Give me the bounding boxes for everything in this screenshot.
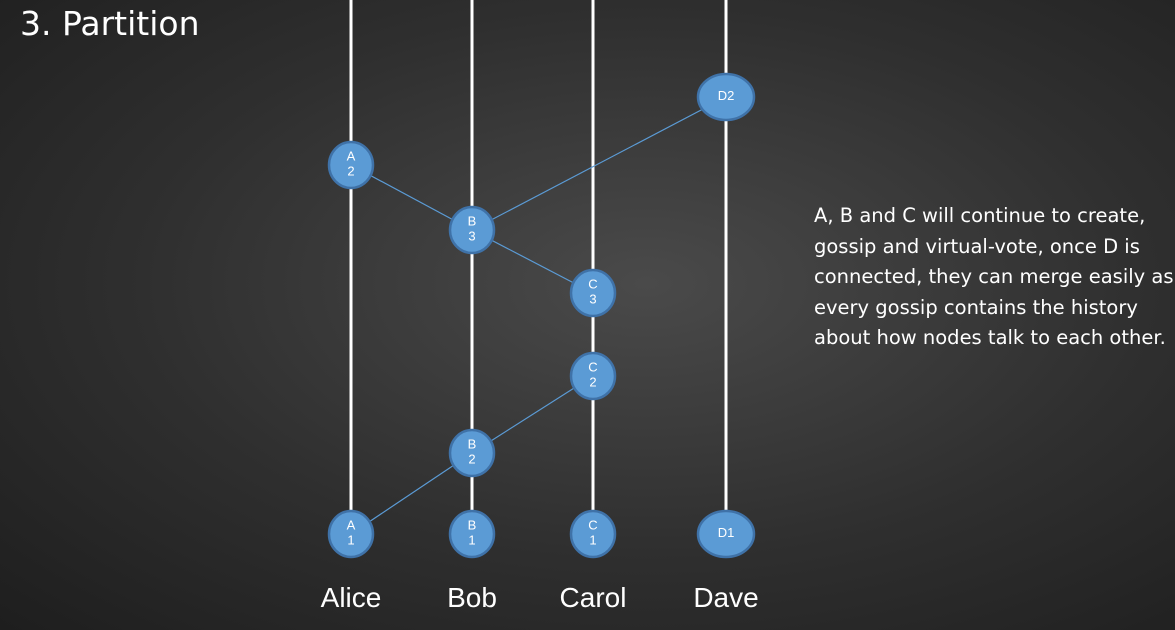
event-node-d2: D2 <box>696 72 756 122</box>
event-node-c1: C1 <box>569 509 617 559</box>
event-node-c2: C2 <box>569 351 617 401</box>
event-label: B3 <box>468 214 477 244</box>
edge-b3-d2 <box>471 96 727 231</box>
event-label: C3 <box>588 277 597 307</box>
participant-label-carol: Carol <box>560 582 627 613</box>
participant-labels: Alice Bob Carol Dave <box>321 582 759 613</box>
event-node-b1: B1 <box>448 509 496 559</box>
participant-label-bob: Bob <box>447 582 497 613</box>
event-label: C1 <box>588 518 597 548</box>
event-label: D2 <box>718 88 735 103</box>
event-label: B1 <box>468 518 477 548</box>
description-text: A, B and C will continue to create, goss… <box>814 204 1174 349</box>
event-label: D1 <box>718 525 735 540</box>
event-node-c3: C3 <box>569 268 617 318</box>
event-node-d1: D1 <box>696 509 756 559</box>
event-node-a1: A1 <box>327 509 375 559</box>
event-nodes: A 1 A 2 B 1 B 2 B 3 C 1 C 2 C 3 D1 D2 <box>327 72 756 559</box>
event-node-b3: B3 <box>448 205 496 255</box>
lifelines <box>349 0 728 534</box>
participant-label-alice: Alice <box>321 582 382 613</box>
event-label: A2 <box>347 149 356 179</box>
event-label: B2 <box>468 437 477 467</box>
event-label: C2 <box>588 360 597 390</box>
gossip-edges <box>350 96 727 535</box>
event-node-b2: B2 <box>448 428 496 478</box>
event-label: A1 <box>347 518 356 548</box>
event-node-a2: A2 <box>327 140 375 190</box>
participant-label-dave: Dave <box>693 582 758 613</box>
